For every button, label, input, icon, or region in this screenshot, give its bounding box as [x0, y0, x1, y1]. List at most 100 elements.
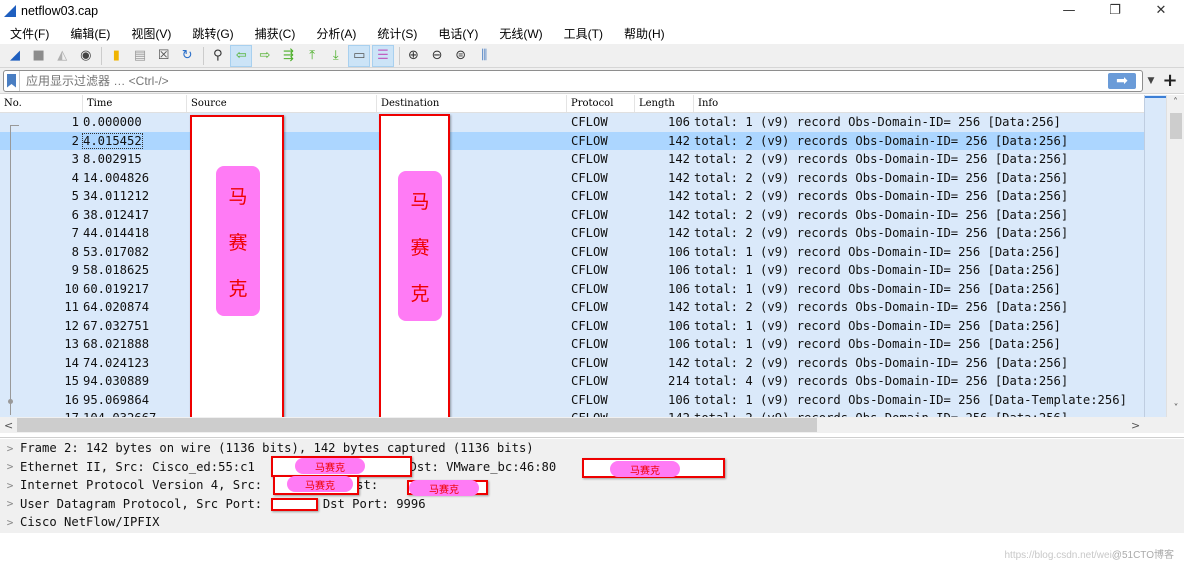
packet-row[interactable]: 16 95.069864 CFLOW 106 total: 1 (v9) record …: [0, 390, 1166, 409]
auto-scroll-button[interactable]: ▭: [348, 44, 371, 67]
expand-icon[interactable]: >: [0, 460, 20, 473]
packet-time: 58.018625: [83, 263, 150, 277]
menu-item[interactable]: 视图(V): [131, 25, 171, 42]
packet-row[interactable]: 13 68.021888 CFLOW 106 total: 1 (v9) record …: [0, 335, 1166, 354]
menu-item[interactable]: 统计(S): [377, 25, 417, 42]
menu-item[interactable]: 分析(A): [316, 25, 356, 42]
packet-row[interactable]: 12 67.032751 CFLOW 106 total: 1 (v9) record …: [0, 316, 1166, 335]
column-header-length[interactable]: Length: [635, 95, 694, 112]
packet-length: 106: [667, 115, 690, 129]
packet-row[interactable]: 5 34.011212 CFLOW 142 total: 2 (v9) records …: [0, 187, 1166, 206]
colorize-button[interactable]: ☰: [371, 44, 394, 67]
start-capture-button[interactable]: ◢: [4, 45, 26, 67]
save-file-button[interactable]: ▤: [129, 45, 151, 67]
detail-row-udp[interactable]: > User Datagram Protocol, Src Port: , Ds…: [0, 495, 1184, 514]
go-back-button[interactable]: ⇦: [230, 44, 253, 67]
scroll-thumb[interactable]: [17, 418, 817, 432]
expand-icon[interactable]: >: [0, 497, 20, 510]
minimize-button[interactable]: —: [1046, 0, 1092, 22]
packet-row[interactable]: 1 0.000000 CFLOW 106 total: 1 (v9) record Ob…: [0, 113, 1166, 132]
redaction-label: 马 赛 克: [216, 166, 260, 316]
scroll-up-icon[interactable]: ˄: [1167, 95, 1184, 111]
packet-row[interactable]: 7 44.014418 CFLOW 142 total: 2 (v9) records …: [0, 224, 1166, 243]
menu-item[interactable]: 无线(W): [499, 25, 542, 42]
filter-history-dropdown[interactable]: ▼: [1143, 76, 1159, 86]
packet-row[interactable]: 17104.032667 CFLOW142total: 2 (v9) record…: [0, 409, 1166, 417]
packet-info: total: 2 (v9) records Obs-Domain-ID= 256…: [694, 152, 1069, 166]
column-header-info[interactable]: Info: [694, 95, 1166, 112]
menu-item[interactable]: 文件(F): [10, 25, 49, 42]
stop-capture-button[interactable]: ■: [28, 45, 50, 67]
menu-item[interactable]: 电话(Y): [438, 25, 478, 42]
packet-row[interactable]: 14 74.024123 CFLOW 142 total: 2 (v9) records…: [0, 353, 1166, 372]
expand-icon[interactable]: >: [0, 442, 20, 455]
close-button[interactable]: ✕: [1138, 0, 1184, 22]
packet-info: total: 1 (v9) record Obs-Domain-ID= 256 …: [694, 244, 1061, 259]
packet-minimap[interactable]: [1144, 95, 1167, 417]
packet-list-vertical-scrollbar[interactable]: ˄ ˅: [1166, 95, 1184, 417]
column-header-protocol[interactable]: Protocol: [567, 95, 635, 112]
menu-item[interactable]: 编辑(E): [70, 25, 110, 42]
open-file-button[interactable]: ▮: [105, 45, 127, 67]
menu-item[interactable]: 工具(T): [564, 25, 603, 42]
conversation-tree-line: [10, 125, 11, 415]
add-filter-button-button[interactable]: +: [1159, 70, 1181, 91]
detail-row-frame[interactable]: > Frame 2: 142 bytes on wire (1136 bits)…: [0, 439, 1184, 458]
resize-columns-icon: ⫼: [481, 48, 488, 63]
packet-time: 38.012417: [83, 207, 150, 222]
packet-row[interactable]: 6 38.012417 CFLOW 142 total: 2 (v9) records …: [0, 205, 1166, 224]
wireshark-fin-icon: [4, 5, 16, 17]
column-header-no[interactable]: No.: [0, 95, 83, 112]
packet-protocol: CFLOW: [571, 300, 608, 314]
zoom-in-button[interactable]: ⊕: [403, 45, 425, 67]
packet-info: total: 2 (v9) records Obs-Domain-ID= 256…: [694, 355, 1069, 370]
arrow-right-icon: ➡: [1116, 72, 1128, 89]
packet-length: 106: [667, 244, 690, 259]
packet-row[interactable]: 2 4.015452 CFLOW 142 total: 2 (v9) records O…: [0, 131, 1166, 150]
go-last-button[interactable]: ⤓: [325, 45, 347, 67]
restart-capture-button[interactable]: ◭: [51, 45, 73, 67]
packet-row[interactable]: 11 64.020874 CFLOW 142 total: 2 (v9) records…: [0, 298, 1166, 317]
scroll-left-icon[interactable]: <: [4, 419, 13, 432]
go-to-packet-button[interactable]: ⇶: [278, 45, 300, 67]
packet-list: No. Time Source Destination Protocol Len…: [0, 95, 1166, 417]
plus-icon: +: [1162, 70, 1178, 91]
zoom-reset-button[interactable]: ⊜: [450, 45, 472, 67]
column-header-time[interactable]: Time: [83, 95, 187, 112]
column-header-source[interactable]: Source: [187, 95, 377, 112]
packet-row[interactable]: 8 53.017082 CFLOW 106 total: 1 (v9) record O…: [0, 242, 1166, 261]
resize-columns-button[interactable]: ⫼: [473, 45, 495, 67]
menu-item[interactable]: 捕获(C): [255, 25, 296, 42]
close-file-button[interactable]: ☒: [153, 45, 175, 67]
packet-row[interactable]: 3 8.002915 CFLOW 142 total: 2 (v9) records O…: [0, 150, 1166, 169]
find-packet-button[interactable]: ⚲: [207, 45, 229, 67]
packet-length: 214: [667, 374, 690, 388]
reload-file-button[interactable]: ↻: [176, 45, 198, 67]
packet-info: total: 1 (v9) record Obs-Domain-ID= 256 …: [694, 263, 1061, 277]
expand-icon[interactable]: >: [0, 479, 20, 492]
menu-item[interactable]: 跳转(G): [192, 25, 233, 42]
menu-item[interactable]: 帮助(H): [624, 25, 665, 42]
packet-row[interactable]: 15 94.030889 CFLOW 214 total: 4 (v9) records…: [0, 372, 1166, 391]
zoom-out-button[interactable]: ⊖: [426, 45, 448, 67]
eth-src-redaction-box: 马赛克: [271, 456, 412, 477]
scroll-right-icon[interactable]: >: [1131, 419, 1140, 432]
packet-row[interactable]: 9 58.018625 CFLOW 106 total: 1 (v9) record O…: [0, 261, 1166, 280]
packet-list-horizontal-scrollbar[interactable]: < >: [0, 417, 1184, 433]
filter-bookmark-button[interactable]: [4, 70, 20, 91]
column-header-destination[interactable]: Destination: [377, 95, 567, 112]
scroll-down-icon[interactable]: ˅: [1167, 401, 1184, 417]
packet-row[interactable]: 10 60.019217 CFLOW 106 total: 1 (v9) record …: [0, 279, 1166, 298]
expand-icon[interactable]: >: [0, 516, 20, 529]
detail-row-ipv4[interactable]: > Internet Protocol Version 4, Src: , Ds…: [0, 476, 1184, 495]
display-filter-input[interactable]: [20, 73, 1108, 88]
go-forward-button[interactable]: ⇨: [254, 45, 276, 67]
go-first-button[interactable]: ⤒: [301, 45, 323, 67]
packet-info: total: 1 (v9) record Obs-Domain-ID= 256 …: [694, 318, 1061, 333]
scroll-thumb[interactable]: [1170, 113, 1182, 139]
detail-row-netflow[interactable]: > Cisco NetFlow/IPFIX: [0, 513, 1184, 532]
restore-button[interactable]: ❐: [1092, 0, 1138, 22]
packet-row[interactable]: 4 14.004826 CFLOW 142 total: 2 (v9) records …: [0, 168, 1166, 187]
capture-options-button[interactable]: ◉: [75, 45, 97, 67]
apply-filter-button[interactable]: ➡: [1108, 72, 1136, 89]
